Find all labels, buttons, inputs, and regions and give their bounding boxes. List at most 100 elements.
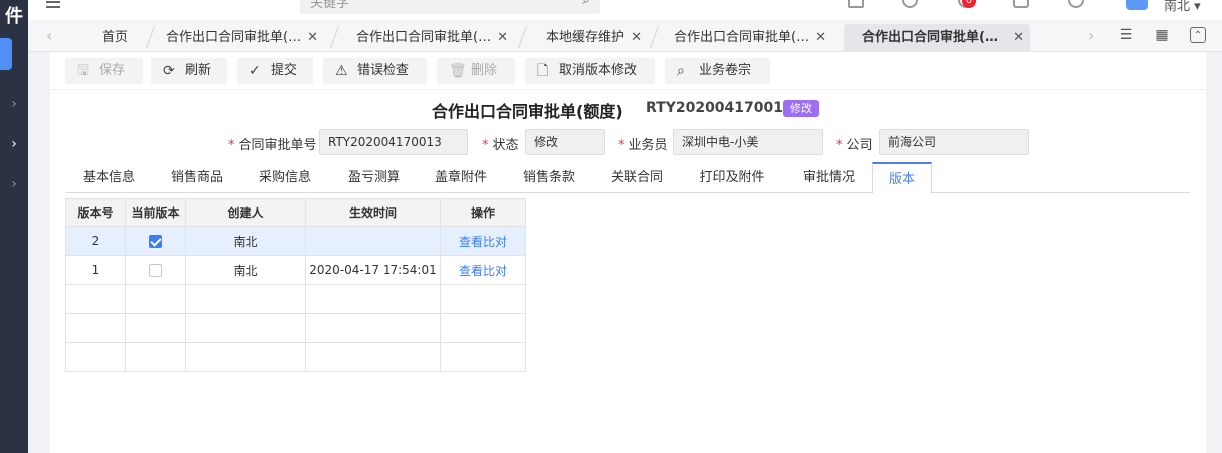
column-header[interactable]: 操作 [440,198,526,227]
grid-icon[interactable]: ▦ [1154,27,1170,43]
chevron-right-icon[interactable]: › [4,94,24,114]
close-icon[interactable]: ✕ [1013,24,1024,52]
tab-sales-goods[interactable]: 销售商品 [154,162,240,193]
collapse-up-icon[interactable]: ⌃ [1190,27,1206,43]
view-compare-link[interactable]: 查看比对 [459,264,507,278]
tab-seal-attachments[interactable]: 盖章附件 [418,162,504,193]
tab-purchase-info[interactable]: 采购信息 [242,162,328,193]
document-panel: 🖫 保存 ⟳ 刷新 ✓ 提交 ⚠ 错误检查 🗑 删除 🗋 取消版本修改 ⌕ 业务卷宗 合作出口… [50,52,1206,453]
close-icon[interactable]: ✕ [631,24,642,52]
tab-related-contracts[interactable]: 关联合同 [594,162,680,193]
action-cell: 查看比对 [440,255,526,285]
tab-contract-1[interactable]: 合作出口合同审批单(… ✕ [148,24,324,52]
search-icon[interactable]: ⌕ [582,0,590,8]
page-title: 合作出口合同审批单(额度) [432,102,623,121]
tab-contract-3[interactable]: 合作出口合同审批单(… ✕ [656,24,832,52]
checkbox-checked[interactable] [149,235,162,248]
checkbox-unchecked[interactable] [149,264,162,277]
current-version-cell [125,255,186,285]
action-cell: 查看比对 [440,226,526,256]
tab-home[interactable]: 首页 [84,24,144,52]
approval-no-label: * 合同审批单号 [228,138,317,153]
table-row[interactable]: 1 南北 2020-04-17 17:54:01 查看比对 [65,255,526,285]
top-header: 关键字 ⌕ 0 南北 ▾ [28,0,1222,20]
menu-fold-icon[interactable] [46,0,60,10]
gear-icon[interactable] [1068,0,1084,8]
view-compare-link[interactable]: 查看比对 [459,235,507,249]
empty-row [65,342,526,372]
status-badge: 修改 [783,100,819,117]
creator-cell: 南北 [185,255,306,285]
tab-contract-2[interactable]: 合作出口合同审批单(… ✕ [338,24,514,52]
chevron-right-icon[interactable]: › [4,174,24,194]
document-icon[interactable] [848,0,864,8]
delete-button[interactable]: 🗑 删除 [437,58,515,84]
company-field[interactable]: 前海公司 [879,129,1029,155]
close-icon[interactable]: ✕ [497,24,508,52]
list-icon[interactable]: ☰ [1118,27,1134,43]
tab-divider [517,26,528,48]
tab-scroll-right-icon[interactable]: › [1088,26,1094,45]
close-icon[interactable]: ✕ [815,24,826,52]
tab-contract-4[interactable]: 合作出口合同审批单(… ✕ [844,24,1030,52]
tab-bar: ‹ 首页 合作出口合同审批单(… ✕ 合作出口合同审批单(… ✕ 本地缓存维护 … [28,20,1222,52]
search-placeholder: 关键字 [310,0,350,11]
left-sidebar: 件 › › › [0,0,28,453]
tab-label: 合作出口合同审批单(… [356,30,492,45]
tab-approval-status[interactable]: 审批情况 [786,162,872,193]
table-row[interactable]: 2 南北 查看比对 [65,226,526,256]
user-name[interactable]: 南北 ▾ [1164,0,1201,14]
tab-label: 合作出口合同审批单(… [862,30,998,45]
empty-row [65,313,526,343]
business-file-button[interactable]: ⌕ 业务卷宗 [665,58,770,84]
document-number: RTY202004170013 [646,100,793,116]
status-field[interactable]: 修改 [525,129,605,155]
close-icon[interactable]: ✕ [307,24,318,52]
column-header[interactable]: 版本号 [65,198,126,227]
help-icon[interactable] [902,0,918,8]
chevron-right-icon[interactable]: › [4,134,24,154]
effective-time-cell [305,226,441,256]
warning-icon: ⚠ [335,63,348,79]
shirt-icon[interactable] [1013,0,1029,8]
tab-label: 合作出口合同审批单(… [166,30,302,45]
tab-basic-info[interactable]: 基本信息 [66,162,152,193]
save-icon: 🖫 [77,63,89,79]
tab-label: 首页 [102,30,129,45]
column-header[interactable]: 创建人 [185,198,306,227]
trash-icon: 🗑 [449,63,467,79]
refresh-button[interactable]: ⟳ 刷新 [151,58,227,84]
global-search-input[interactable]: 关键字 ⌕ [300,0,600,14]
column-header[interactable]: 当前版本 [125,198,186,227]
creator-cell: 南北 [185,226,306,256]
empty-row [65,284,526,314]
detail-tabs: 基本信息 销售商品 采购信息 盈亏测算 盖章附件 销售条款 关联合同 打印及附件… [66,162,1190,194]
submit-button[interactable]: ✓ 提交 [237,58,313,84]
current-version-cell [125,226,186,256]
salesman-field[interactable]: 深圳中电-小美 [673,129,823,155]
tab-label: 本地缓存维护 [546,30,625,45]
tab-scroll-left-icon[interactable]: ‹ [46,26,52,45]
tab-local-cache[interactable]: 本地缓存维护 ✕ [528,24,648,52]
approval-no-field[interactable]: RTY202004170013 [319,129,468,155]
status-label: * 状态 [482,138,519,153]
version-cell: 2 [65,226,126,256]
tab-profit-calc[interactable]: 盈亏测算 [330,162,418,193]
tab-label: 合作出口合同审批单(… [674,30,810,45]
refresh-icon: ⟳ [163,63,175,79]
tab-print-attachments[interactable]: 打印及附件 [682,162,782,193]
error-check-button[interactable]: ⚠ 错误检查 [323,58,427,84]
company-label: * 公司 [836,138,873,153]
tab-sales-terms[interactable]: 销售条款 [506,162,592,193]
version-cell: 1 [65,255,126,285]
tab-version[interactable]: 版本 [872,162,932,194]
avatar[interactable] [1126,0,1148,10]
cancel-version-button[interactable]: 🗋 取消版本修改 [525,58,655,84]
save-button[interactable]: 🖫 保存 [65,58,143,84]
sidebar-active-item[interactable] [0,38,12,70]
column-header[interactable]: 生效时间 [305,198,441,227]
salesman-label: * 业务员 [618,138,668,153]
search-icon: ⌕ [677,63,685,79]
file-icon: 🗋 [537,63,549,79]
table-header-row: 版本号 当前版本 创建人 生效时间 操作 [65,198,526,227]
